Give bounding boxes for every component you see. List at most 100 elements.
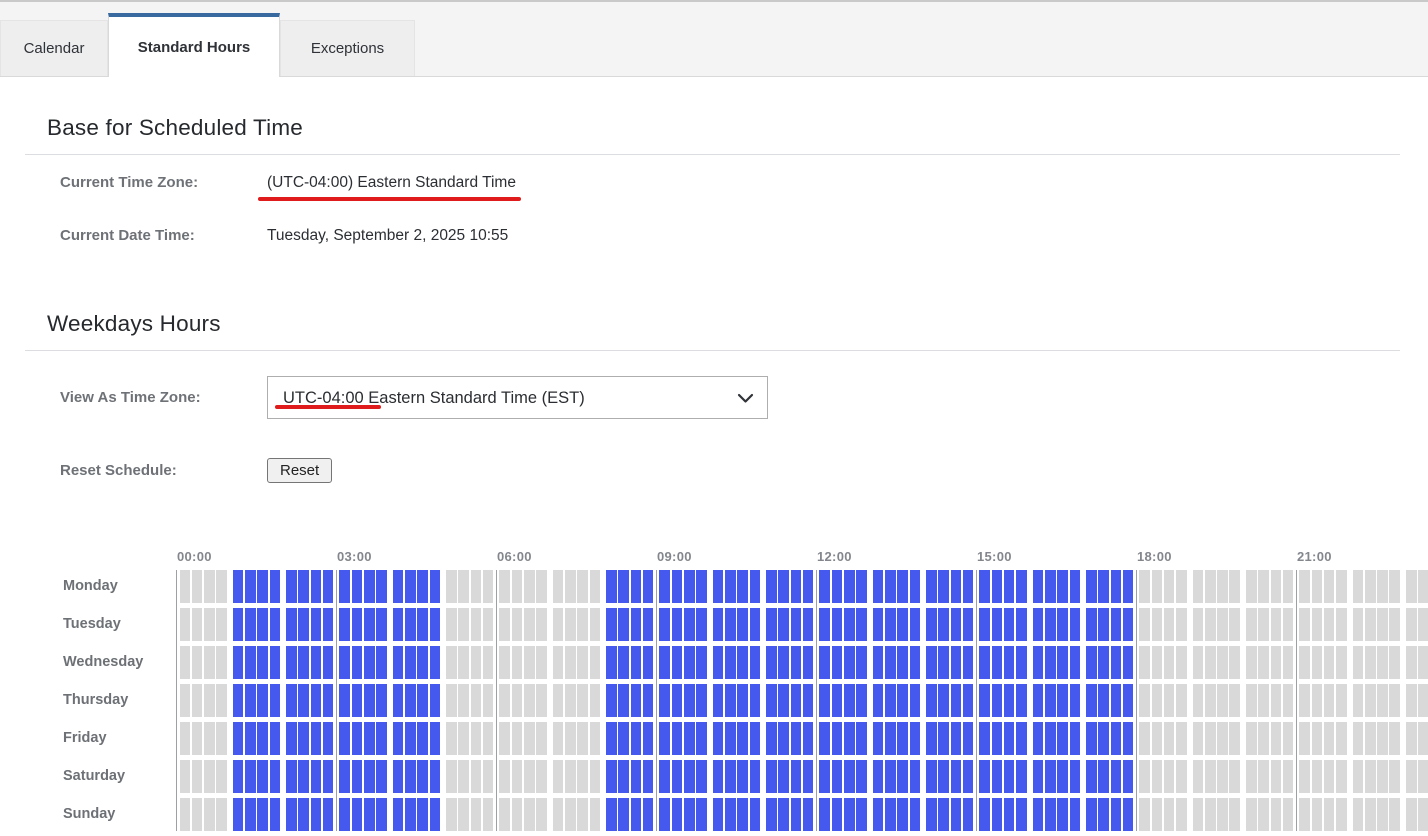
schedule-cell[interactable] <box>659 760 670 793</box>
schedule-cell[interactable] <box>1045 646 1056 679</box>
schedule-cell[interactable] <box>323 760 334 793</box>
schedule-cell[interactable] <box>1004 798 1015 831</box>
schedule-cell[interactable] <box>992 570 1003 603</box>
schedule-cell[interactable] <box>311 722 322 755</box>
schedule-cell[interactable] <box>778 722 789 755</box>
schedule-cell[interactable] <box>963 684 974 717</box>
schedule-cell[interactable] <box>1271 798 1282 831</box>
schedule-cell[interactable] <box>1139 570 1150 603</box>
schedule-cell[interactable] <box>606 722 617 755</box>
schedule-cell[interactable] <box>643 608 654 641</box>
schedule-cell[interactable] <box>766 760 777 793</box>
schedule-cell[interactable] <box>1070 760 1081 793</box>
schedule-cell[interactable] <box>1111 684 1122 717</box>
schedule-cell[interactable] <box>873 760 884 793</box>
schedule-cell[interactable] <box>1004 684 1015 717</box>
schedule-cell[interactable] <box>618 608 629 641</box>
schedule-cell[interactable] <box>618 684 629 717</box>
schedule-cell[interactable] <box>286 646 297 679</box>
schedule-cell[interactable] <box>1123 684 1134 717</box>
schedule-cell[interactable] <box>897 722 908 755</box>
schedule-cell[interactable] <box>979 722 990 755</box>
schedule-cell[interactable] <box>565 722 576 755</box>
schedule-cell[interactable] <box>1193 646 1204 679</box>
schedule-cell[interactable] <box>446 760 457 793</box>
schedule-cell[interactable] <box>257 760 268 793</box>
schedule-cell[interactable] <box>1299 722 1310 755</box>
schedule-cell[interactable] <box>1070 570 1081 603</box>
schedule-cell[interactable] <box>992 760 1003 793</box>
schedule-cell[interactable] <box>512 798 523 831</box>
schedule-cell[interactable] <box>1377 798 1388 831</box>
schedule-cell[interactable] <box>1016 646 1027 679</box>
schedule-cell[interactable] <box>471 684 482 717</box>
schedule-cell[interactable] <box>873 646 884 679</box>
schedule-cell[interactable] <box>963 608 974 641</box>
schedule-cell[interactable] <box>1406 760 1417 793</box>
schedule-cell[interactable] <box>713 722 724 755</box>
schedule-cell[interactable] <box>926 760 937 793</box>
schedule-cell[interactable] <box>951 798 962 831</box>
schedule-cell[interactable] <box>1229 760 1240 793</box>
schedule-cell[interactable] <box>590 570 601 603</box>
schedule-cell[interactable] <box>873 570 884 603</box>
schedule-cell[interactable] <box>512 684 523 717</box>
schedule-cell[interactable] <box>204 684 215 717</box>
schedule-cell[interactable] <box>819 570 830 603</box>
schedule-cell[interactable] <box>672 760 683 793</box>
tab-exceptions[interactable]: Exceptions <box>280 20 415 76</box>
schedule-cell[interactable] <box>910 684 921 717</box>
schedule-cell[interactable] <box>393 646 404 679</box>
schedule-cell[interactable] <box>832 798 843 831</box>
schedule-cell[interactable] <box>1217 608 1228 641</box>
schedule-cell[interactable] <box>1176 608 1187 641</box>
schedule-cell[interactable] <box>1176 570 1187 603</box>
schedule-cell[interactable] <box>684 608 695 641</box>
schedule-cell[interactable] <box>1271 608 1282 641</box>
schedule-cell[interactable] <box>1152 722 1163 755</box>
schedule-cell[interactable] <box>1164 570 1175 603</box>
schedule-cell[interactable] <box>1229 798 1240 831</box>
schedule-cell[interactable] <box>778 646 789 679</box>
schedule-cell[interactable] <box>631 570 642 603</box>
schedule-cell[interactable] <box>791 684 802 717</box>
schedule-cell[interactable] <box>979 570 990 603</box>
schedule-cell[interactable] <box>1045 570 1056 603</box>
schedule-cell[interactable] <box>713 646 724 679</box>
schedule-cell[interactable] <box>819 608 830 641</box>
schedule-cell[interactable] <box>590 798 601 831</box>
schedule-cell[interactable] <box>1111 722 1122 755</box>
schedule-cell[interactable] <box>1217 760 1228 793</box>
schedule-cell[interactable] <box>1164 760 1175 793</box>
schedule-cell[interactable] <box>1004 760 1015 793</box>
schedule-cell[interactable] <box>364 798 375 831</box>
schedule-cell[interactable] <box>364 684 375 717</box>
schedule-cell[interactable] <box>323 608 334 641</box>
schedule-cell[interactable] <box>1098 646 1109 679</box>
schedule-cell[interactable] <box>405 646 416 679</box>
schedule-cell[interactable] <box>1033 570 1044 603</box>
schedule-cell[interactable] <box>1045 722 1056 755</box>
schedule-cell[interactable] <box>1258 646 1269 679</box>
schedule-cell[interactable] <box>803 608 814 641</box>
schedule-cell[interactable] <box>951 760 962 793</box>
schedule-cell[interactable] <box>1139 760 1150 793</box>
schedule-cell[interactable] <box>1123 608 1134 641</box>
schedule-cell[interactable] <box>696 570 707 603</box>
schedule-cell[interactable] <box>1365 798 1376 831</box>
schedule-cell[interactable] <box>1353 798 1364 831</box>
schedule-cell[interactable] <box>590 646 601 679</box>
schedule-cell[interactable] <box>992 798 1003 831</box>
schedule-cell[interactable] <box>618 722 629 755</box>
schedule-cell[interactable] <box>1406 722 1417 755</box>
schedule-cell[interactable] <box>713 760 724 793</box>
schedule-cell[interactable] <box>471 760 482 793</box>
schedule-cell[interactable] <box>643 722 654 755</box>
schedule-cell[interactable] <box>192 608 203 641</box>
schedule-cell[interactable] <box>590 684 601 717</box>
schedule-cell[interactable] <box>446 570 457 603</box>
schedule-cell[interactable] <box>725 570 736 603</box>
schedule-cell[interactable] <box>938 684 949 717</box>
schedule-cell[interactable] <box>1377 646 1388 679</box>
schedule-cell[interactable] <box>286 798 297 831</box>
